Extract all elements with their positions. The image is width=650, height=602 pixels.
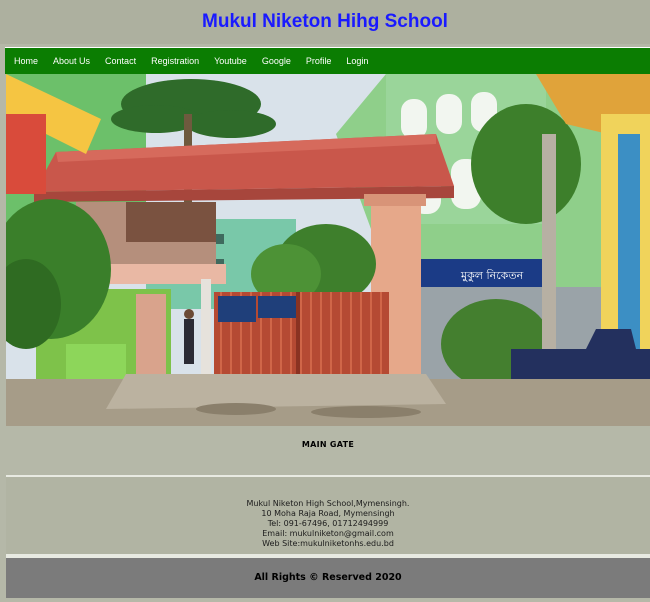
address-school-name: Mukul Niketon High School,Mymensingh. xyxy=(246,499,410,508)
nav-google[interactable]: Google xyxy=(262,56,291,66)
address-website: Web Site:mukulniketonhs.edu.bd xyxy=(262,539,394,548)
nav-about-us[interactable]: About Us xyxy=(53,56,90,66)
site-header: Mukul Niketon Hihg School xyxy=(0,0,650,44)
nav-home[interactable]: Home xyxy=(14,56,38,66)
photo-caption-area: MAIN GATE xyxy=(6,426,650,474)
nav-registration[interactable]: Registration xyxy=(151,56,199,66)
nav-login[interactable]: Login xyxy=(346,56,368,66)
site-footer: All Rights © Reserved 2020 xyxy=(6,558,650,598)
nav-contact[interactable]: Contact xyxy=(105,56,136,66)
main-gate-illustration: মুকুল নিকেতন xyxy=(6,74,650,426)
address-email: Email: mukulniketon@gmail.com xyxy=(262,529,394,538)
main-gate-photo: মুকুল নিকেতন xyxy=(6,74,650,426)
address-street: 10 Moha Raja Road, Mymensingh xyxy=(261,509,395,518)
address-phone: Tel: 091-67496, 01712494999 xyxy=(267,519,389,528)
nav-profile[interactable]: Profile xyxy=(306,56,332,66)
photo-sign-text: মুকুল নিকেতন xyxy=(460,269,524,282)
site-title: Mukul Niketon Hihg School xyxy=(202,11,448,32)
main-nav: Home About Us Contact Registration Youtu… xyxy=(5,47,650,74)
photo-caption: MAIN GATE xyxy=(301,440,355,449)
nav-youtube[interactable]: Youtube xyxy=(214,56,247,66)
address-block: Mukul Niketon High School,Mymensingh. 10… xyxy=(6,477,650,554)
copyright-text: All Rights © Reserved 2020 xyxy=(254,572,402,583)
